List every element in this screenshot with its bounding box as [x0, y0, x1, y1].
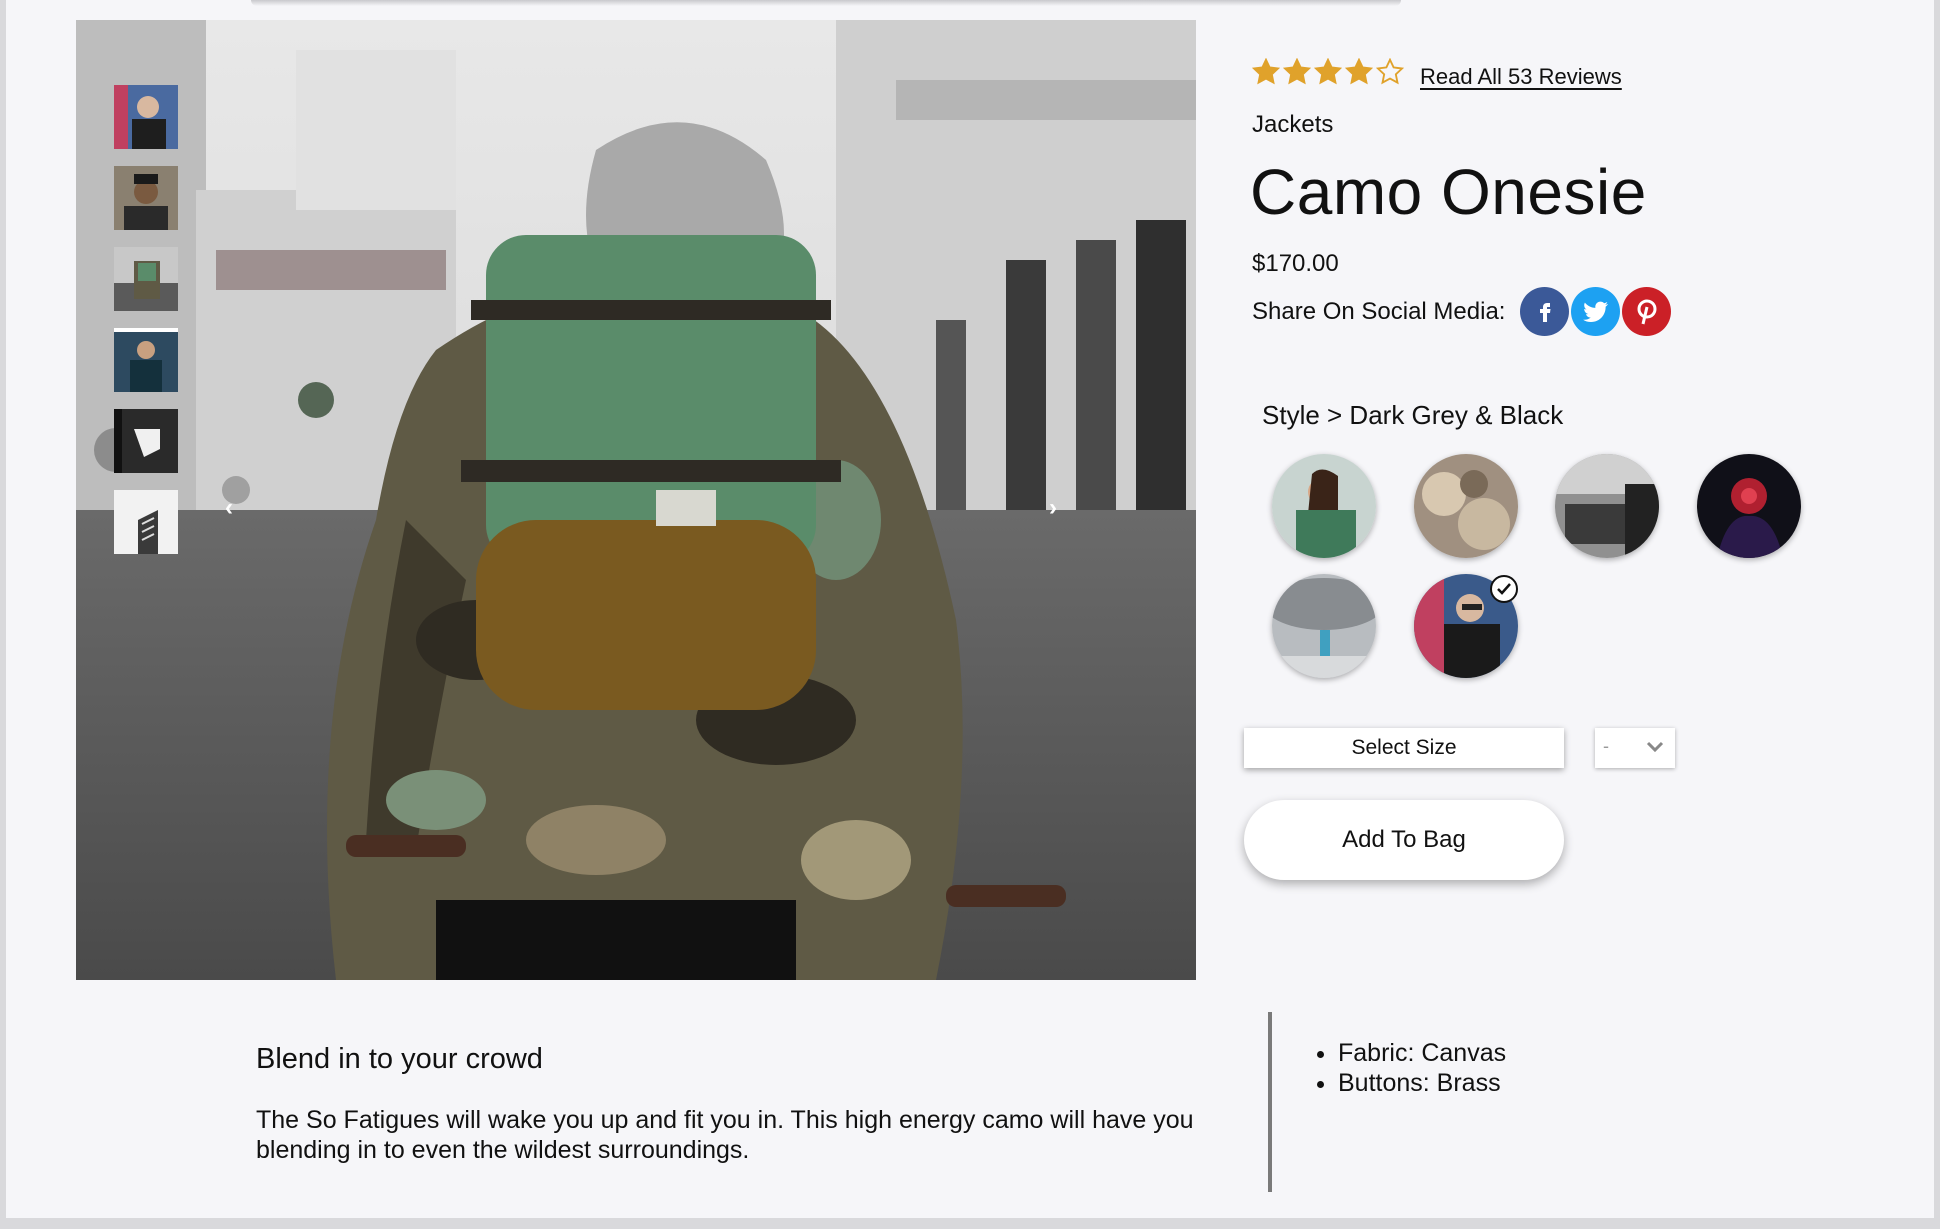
thumbnail-list — [114, 85, 178, 571]
product-photo — [76, 20, 1196, 980]
feature-item: Fabric: Canvas — [1338, 1038, 1506, 1068]
product-price: $170.00 — [1252, 250, 1339, 277]
thumbnail-image — [114, 409, 178, 473]
thumbnail-active[interactable] — [114, 328, 178, 392]
style-label: Style > Dark Grey & Black — [1262, 400, 1564, 430]
swatch-image — [1697, 454, 1801, 558]
style-swatch[interactable] — [1272, 574, 1376, 678]
rating-stars — [1252, 58, 1404, 86]
size-dropdown[interactable]: - — [1595, 728, 1675, 768]
star-filled-icon — [1283, 58, 1311, 85]
thumbnail[interactable] — [114, 490, 178, 554]
share-label: Share On Social Media: — [1252, 298, 1506, 325]
thumbnail-image — [114, 85, 178, 149]
divider — [1268, 1012, 1272, 1192]
product-page: ‹ › Read All 53 Reviews Jackets Camo One… — [6, 0, 1934, 1218]
thumbnail-image — [114, 332, 178, 392]
product-title: Camo Onesie — [1250, 156, 1647, 228]
style-swatch[interactable] — [1555, 454, 1659, 558]
thumbnail-image — [114, 166, 178, 230]
twitter-icon[interactable] — [1571, 287, 1620, 336]
description-body: The So Fatigues will wake you up and fit… — [256, 1106, 1194, 1164]
description-heading: Blend in to your crowd — [256, 1043, 543, 1075]
star-filled-icon — [1314, 58, 1342, 85]
select-size-button[interactable]: Select Size — [1244, 728, 1564, 768]
swatch-image — [1555, 454, 1659, 558]
style-swatch[interactable] — [1272, 454, 1376, 558]
facebook-icon[interactable] — [1520, 287, 1569, 336]
feature-item: Buttons: Brass — [1338, 1068, 1506, 1098]
thumbnail[interactable] — [114, 166, 178, 230]
add-to-bag-button[interactable]: Add To Bag — [1244, 800, 1564, 880]
pinterest-icon[interactable] — [1622, 287, 1671, 336]
swatch-image — [1272, 574, 1376, 678]
thumbnail[interactable] — [114, 85, 178, 149]
star-empty-icon — [1376, 58, 1404, 85]
style-swatch[interactable] — [1414, 454, 1518, 558]
thumbnail-image — [114, 247, 178, 311]
check-icon — [1490, 575, 1518, 603]
thumbnail[interactable] — [114, 247, 178, 311]
chevron-right-icon[interactable]: › — [1041, 496, 1065, 520]
style-swatch[interactable] — [1697, 454, 1801, 558]
size-value: - — [1603, 736, 1609, 756]
star-filled-icon — [1345, 58, 1373, 85]
feature-list: Fabric: Canvas Buttons: Brass — [1312, 1038, 1506, 1098]
read-reviews-link[interactable]: Read All 53 Reviews — [1420, 64, 1622, 90]
product-category: Jackets — [1252, 111, 1334, 138]
thumbnail[interactable] — [114, 409, 178, 473]
main-product-image: ‹ › — [76, 20, 1196, 980]
swatch-image — [1414, 454, 1518, 558]
thumbnail-image — [114, 490, 178, 554]
chevron-left-icon[interactable]: ‹ — [217, 496, 241, 520]
chevron-down-icon — [1646, 741, 1664, 753]
star-filled-icon — [1252, 58, 1280, 85]
header-shadow — [251, 0, 1401, 6]
swatch-image — [1272, 454, 1376, 558]
